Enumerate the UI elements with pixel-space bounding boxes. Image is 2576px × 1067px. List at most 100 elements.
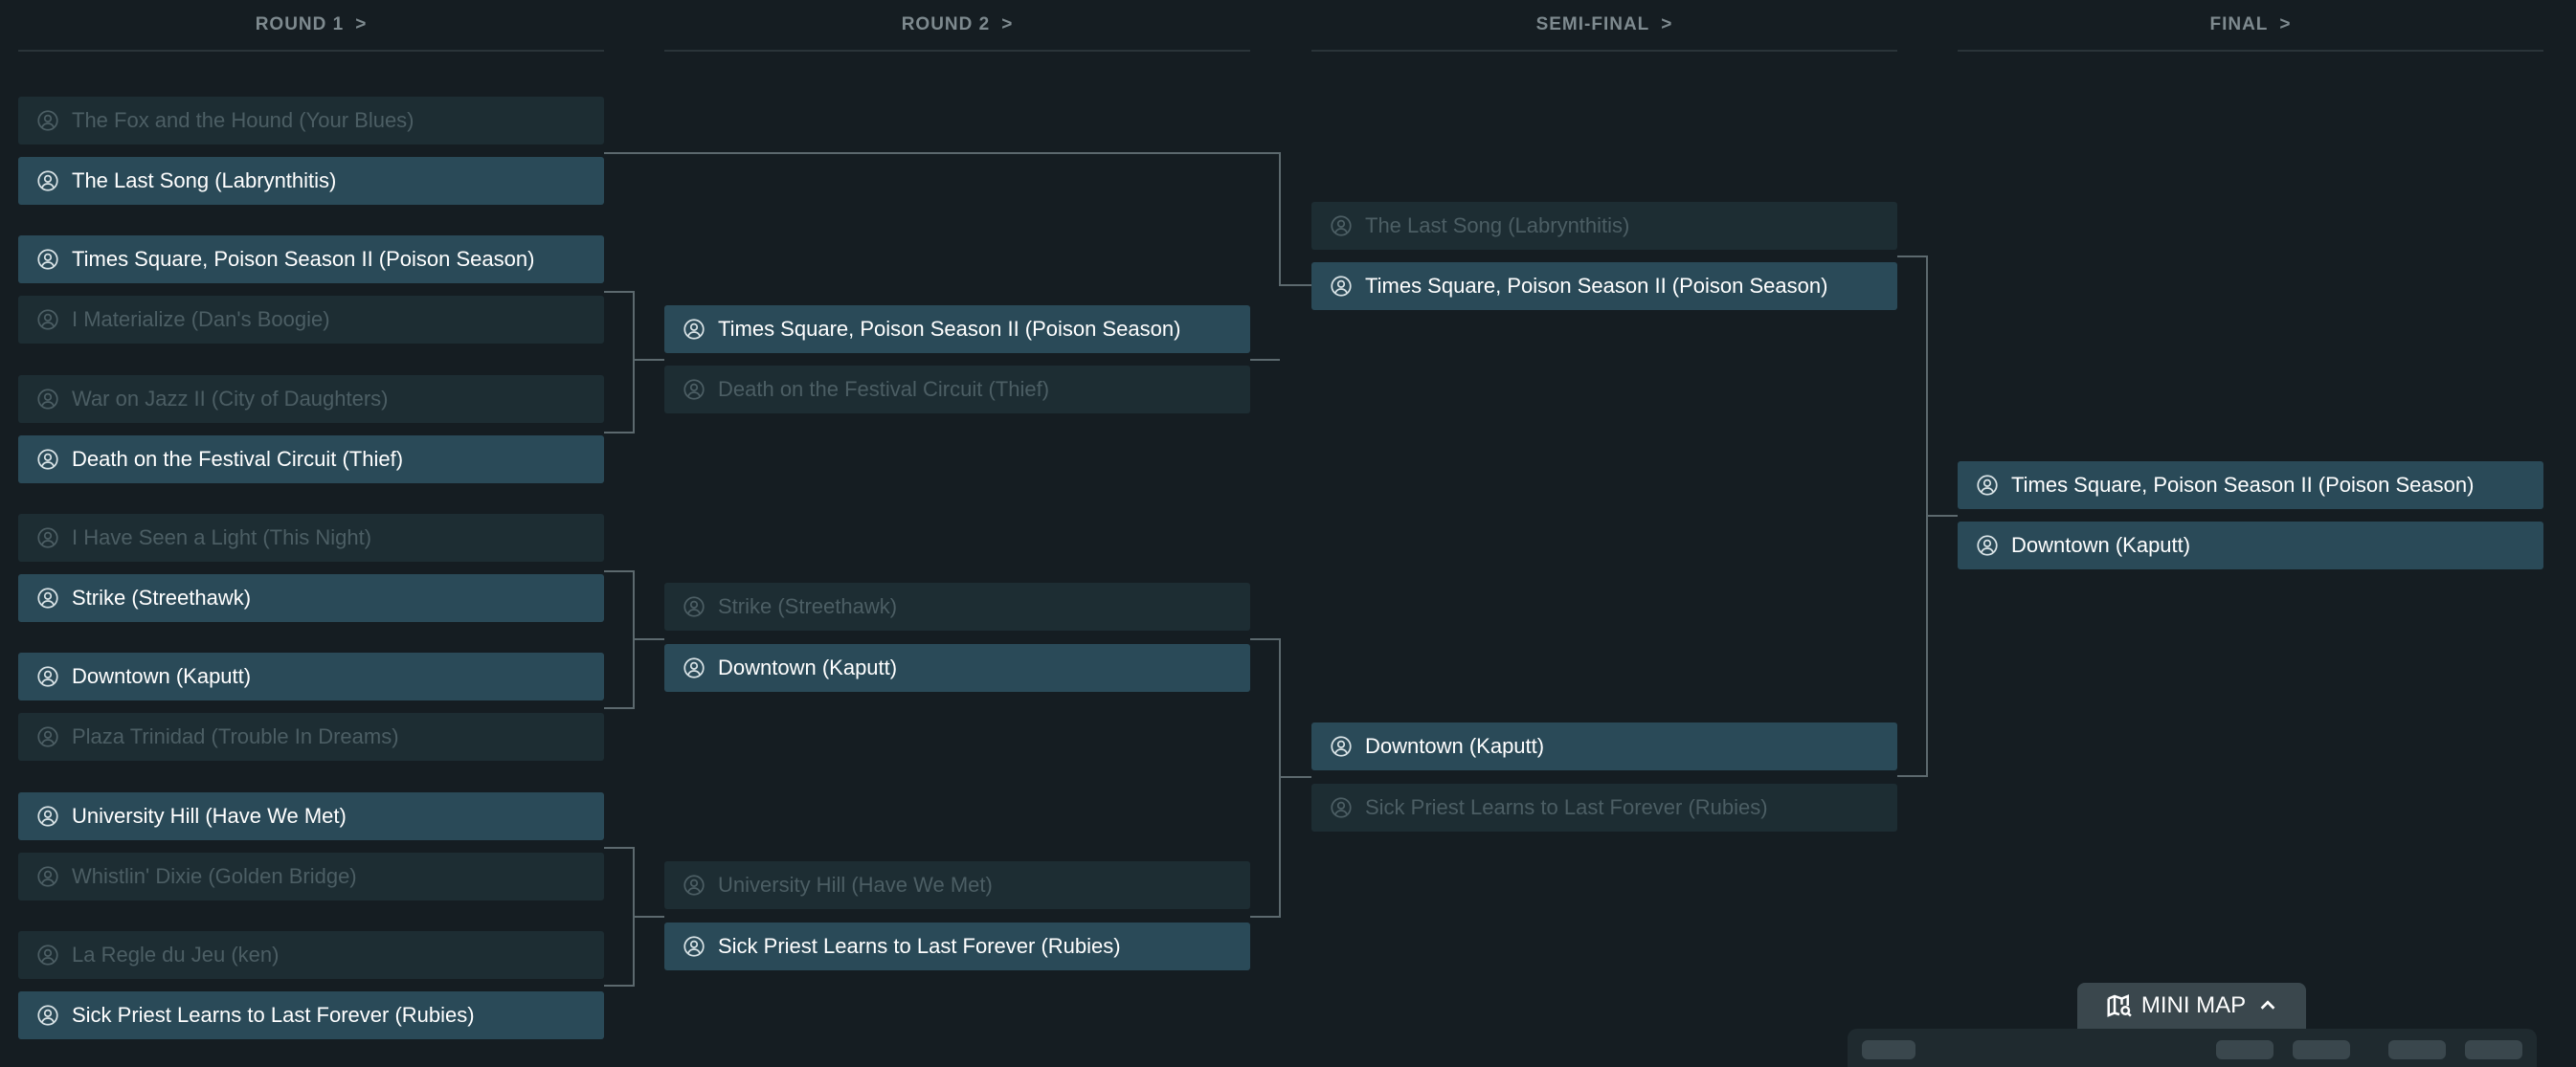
team-slot[interactable]: La Regle du Jeu (ken) bbox=[18, 931, 604, 979]
connector-line bbox=[1897, 256, 1958, 777]
connector-line bbox=[604, 570, 664, 709]
team-name: Strike (Streethawk) bbox=[718, 594, 898, 618]
minimap-toggle-button[interactable]: MINI MAP bbox=[2077, 983, 2306, 1029]
round-header-round-1[interactable]: ROUND 1 > bbox=[18, 0, 604, 52]
chevron-right-icon: > bbox=[355, 14, 368, 34]
user-circle-icon bbox=[35, 387, 60, 411]
chevron-right-icon: > bbox=[2279, 14, 2292, 34]
team-slot[interactable]: I Have Seen a Light (This Night) bbox=[18, 514, 604, 562]
team-name: I Materialize (Dan's Boogie) bbox=[72, 307, 330, 331]
minimap-control[interactable] bbox=[2216, 1040, 2274, 1059]
team-name: Downtown (Kaputt) bbox=[72, 664, 252, 688]
team-slot[interactable]: Plaza Trinidad (Trouble In Dreams) bbox=[18, 713, 604, 761]
team-slot[interactable]: Times Square, Poison Season II (Poison S… bbox=[664, 305, 1250, 353]
team-slot[interactable]: The Last Song (Labrynthitis) bbox=[1311, 202, 1897, 250]
user-circle-icon bbox=[682, 594, 706, 619]
team-name: University Hill (Have We Met) bbox=[72, 804, 347, 828]
team-name: Sick Priest Learns to Last Forever (Rubi… bbox=[718, 934, 1121, 958]
team-slot[interactable]: Downtown (Kaputt) bbox=[664, 644, 1250, 692]
chevron-right-icon: > bbox=[1001, 14, 1014, 34]
team-slot[interactable]: I Materialize (Dan's Boogie) bbox=[18, 296, 604, 344]
round-header-round-2[interactable]: ROUND 2 > bbox=[664, 0, 1250, 52]
user-circle-icon bbox=[1329, 734, 1354, 759]
minimap-control[interactable] bbox=[1862, 1040, 1915, 1059]
minimap-control[interactable] bbox=[2388, 1040, 2446, 1059]
user-circle-icon bbox=[682, 934, 706, 959]
chevron-up-icon bbox=[2257, 995, 2278, 1016]
team-name: Times Square, Poison Season II (Poison S… bbox=[2011, 473, 2475, 497]
team-slot[interactable]: Death on the Festival Circuit (Thief) bbox=[18, 435, 604, 483]
team-slot[interactable]: Sick Priest Learns to Last Forever (Rubi… bbox=[18, 991, 604, 1039]
connector-line bbox=[604, 152, 1311, 286]
team-name: Downtown (Kaputt) bbox=[2011, 533, 2191, 557]
team-slot[interactable]: Sick Priest Learns to Last Forever (Rubi… bbox=[1311, 784, 1897, 832]
round-header-label: SEMI-FINAL bbox=[1535, 14, 1650, 34]
connector-line bbox=[604, 291, 664, 433]
user-circle-icon bbox=[1329, 274, 1354, 299]
team-slot[interactable]: Times Square, Poison Season II (Poison S… bbox=[1958, 461, 2543, 509]
team-name: University Hill (Have We Met) bbox=[718, 873, 993, 897]
team-name: Times Square, Poison Season II (Poison S… bbox=[1365, 274, 1828, 298]
team-slot[interactable]: The Last Song (Labrynthitis) bbox=[18, 157, 604, 205]
user-circle-icon bbox=[35, 586, 60, 611]
connector-line bbox=[1250, 638, 1311, 918]
team-slot[interactable]: University Hill (Have We Met) bbox=[664, 861, 1250, 909]
user-circle-icon bbox=[682, 656, 706, 680]
user-circle-icon bbox=[1329, 795, 1354, 820]
team-name: War on Jazz II (City of Daughters) bbox=[72, 387, 389, 411]
user-circle-icon bbox=[35, 724, 60, 749]
round-header-final[interactable]: FINAL > bbox=[1958, 0, 2543, 52]
team-slot[interactable]: Strike (Streethawk) bbox=[18, 574, 604, 622]
user-circle-icon bbox=[35, 525, 60, 550]
user-circle-icon bbox=[35, 307, 60, 332]
user-circle-icon bbox=[682, 377, 706, 402]
minimap-control[interactable] bbox=[2293, 1040, 2350, 1059]
minimap-label: MINI MAP bbox=[2140, 992, 2247, 1018]
team-name: The Last Song (Labrynthitis) bbox=[1365, 213, 1630, 237]
user-circle-icon bbox=[35, 447, 60, 472]
team-slot[interactable]: Downtown (Kaputt) bbox=[1958, 522, 2543, 569]
team-slot[interactable]: Times Square, Poison Season II (Poison S… bbox=[1311, 262, 1897, 310]
team-name: Whistlin' Dixie (Golden Bridge) bbox=[72, 864, 357, 888]
team-slot[interactable]: Downtown (Kaputt) bbox=[1311, 722, 1897, 770]
team-name: La Regle du Jeu (ken) bbox=[72, 943, 280, 967]
team-slot[interactable]: Times Square, Poison Season II (Poison S… bbox=[18, 235, 604, 283]
user-circle-icon bbox=[35, 168, 60, 193]
team-slot[interactable]: Whistlin' Dixie (Golden Bridge) bbox=[18, 853, 604, 900]
user-circle-icon bbox=[1329, 213, 1354, 238]
round-header-label: FINAL bbox=[2209, 14, 2269, 34]
connector-line bbox=[604, 847, 664, 987]
map-search-icon bbox=[2105, 991, 2134, 1020]
team-slot[interactable]: Downtown (Kaputt) bbox=[18, 653, 604, 700]
team-name: The Fox and the Hound (Your Blues) bbox=[72, 108, 414, 132]
team-slot[interactable]: University Hill (Have We Met) bbox=[18, 792, 604, 840]
user-circle-icon bbox=[682, 873, 706, 898]
team-name: Death on the Festival Circuit (Thief) bbox=[718, 377, 1050, 401]
team-slot[interactable]: Sick Priest Learns to Last Forever (Rubi… bbox=[664, 923, 1250, 970]
team-name: Death on the Festival Circuit (Thief) bbox=[72, 447, 404, 471]
team-slot[interactable]: Strike (Streethawk) bbox=[664, 583, 1250, 631]
team-name: Downtown (Kaputt) bbox=[718, 656, 898, 679]
user-circle-icon bbox=[35, 1003, 60, 1028]
team-name: Times Square, Poison Season II (Poison S… bbox=[72, 247, 535, 271]
user-circle-icon bbox=[1975, 473, 2000, 498]
team-slot[interactable]: War on Jazz II (City of Daughters) bbox=[18, 375, 604, 423]
user-circle-icon bbox=[682, 317, 706, 342]
team-name: Sick Priest Learns to Last Forever (Rubi… bbox=[1365, 795, 1768, 819]
chevron-right-icon: > bbox=[1661, 14, 1673, 34]
team-name: Sick Priest Learns to Last Forever (Rubi… bbox=[72, 1003, 475, 1027]
round-header-label: ROUND 2 bbox=[901, 14, 991, 34]
team-slot[interactable]: The Fox and the Hound (Your Blues) bbox=[18, 97, 604, 144]
round-header-semi-final[interactable]: SEMI-FINAL > bbox=[1311, 0, 1897, 52]
minimap-control[interactable] bbox=[2465, 1040, 2522, 1059]
team-name: Plaza Trinidad (Trouble In Dreams) bbox=[72, 724, 399, 748]
team-name: The Last Song (Labrynthitis) bbox=[72, 168, 337, 192]
user-circle-icon bbox=[35, 247, 60, 272]
user-circle-icon bbox=[35, 108, 60, 133]
team-name: Strike (Streethawk) bbox=[72, 586, 252, 610]
team-slot[interactable]: Death on the Festival Circuit (Thief) bbox=[664, 366, 1250, 413]
team-name: Downtown (Kaputt) bbox=[1365, 734, 1545, 758]
team-name: I Have Seen a Light (This Night) bbox=[72, 525, 372, 549]
round-header-label: ROUND 1 bbox=[255, 14, 345, 34]
user-circle-icon bbox=[35, 664, 60, 689]
